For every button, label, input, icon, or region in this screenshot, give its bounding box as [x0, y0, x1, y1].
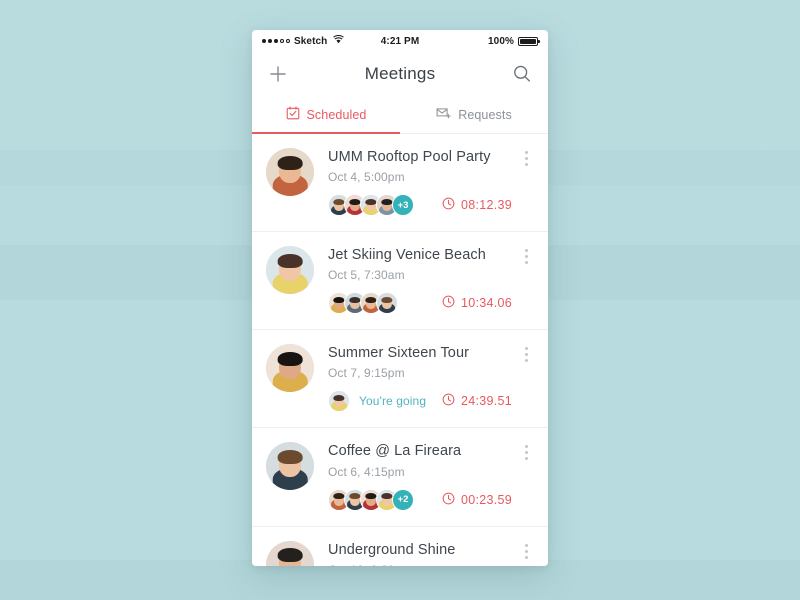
meeting-title: Jet Skiing Venice Beach: [328, 247, 486, 264]
calendar-check-icon: [286, 106, 300, 123]
status-time: 4:21 PM: [380, 35, 420, 47]
meeting-body: Jet Skiing Venice Beach Oct 5, 7:30am 10:3…: [314, 246, 518, 315]
meeting-date: Oct 4, 5:00pm: [328, 170, 405, 185]
countdown-value: 00:23.59: [460, 492, 512, 507]
meeting-date: Oct 10, 9:00pm: [328, 563, 512, 566]
meeting-body: Coffee @ La Fireara Oct 6, 4:15pm +2 00:23.…: [314, 442, 518, 511]
meeting-body: Underground Shine Oct 10, 9:00pm: [314, 541, 518, 567]
carrier-label: Sketch: [294, 35, 328, 47]
more-vertical-icon[interactable]: [518, 246, 534, 265]
meeting-footer: 10:34.06: [328, 291, 512, 315]
tab-scheduled[interactable]: Scheduled: [252, 96, 400, 134]
attendee-avatar: [328, 390, 350, 413]
more-vertical-icon[interactable]: [518, 148, 534, 166]
countdown-timer: 00:23.59: [442, 492, 512, 508]
meeting-title: Underground Shine: [328, 541, 456, 558]
battery-percent-label: 100%: [488, 35, 514, 47]
meeting-row[interactable]: Summer Sixteen Tour Oct 7, 9:15pm You're g…: [252, 330, 548, 429]
meeting-date: Oct 5, 7:30am: [328, 268, 405, 283]
meeting-footer: You're going 24:39.51: [328, 389, 512, 413]
attendee-avatar-stack[interactable]: +3: [328, 194, 414, 217]
attendee-avatar-stack[interactable]: +2: [328, 488, 414, 511]
attendee-avatar-stack[interactable]: [328, 390, 350, 413]
more-vertical-icon[interactable]: [518, 541, 534, 559]
meeting-row[interactable]: UMM Rooftop Pool Party Oct 4, 5:00pm +3 08:…: [252, 134, 548, 233]
going-status-label: You're going: [359, 394, 427, 409]
meeting-body: Summer Sixteen Tour Oct 7, 9:15pm You're g…: [314, 344, 518, 413]
battery-icon: [518, 36, 540, 46]
meeting-host-avatar: [266, 540, 314, 566]
phone-frame: Sketch 4:21 PM 100% Meetings Scheduled R…: [252, 30, 548, 566]
search-icon[interactable]: [512, 64, 532, 84]
page-title: Meetings: [364, 64, 436, 83]
more-vertical-icon[interactable]: [518, 442, 534, 461]
countdown-value: 08:12.39: [460, 198, 512, 213]
meeting-date: Oct 6, 4:15pm: [328, 464, 405, 479]
meeting-footer: +3 08:12.39: [328, 193, 512, 217]
attendee-overflow-badge[interactable]: +3: [392, 194, 414, 217]
wifi-icon: [333, 34, 345, 47]
attendee-avatar: [376, 292, 398, 315]
tab-requests[interactable]: Requests: [400, 96, 548, 133]
clock-icon: [442, 492, 455, 508]
tab-bar: Scheduled Requests: [252, 96, 548, 134]
clock-icon: [442, 197, 455, 213]
attendee-overflow-badge[interactable]: +2: [392, 488, 414, 511]
attendee-avatar-stack[interactable]: [328, 292, 398, 315]
signal-strength-icon: [262, 39, 290, 43]
countdown-value: 24:39.51: [460, 394, 512, 409]
countdown-timer: 24:39.51: [442, 393, 512, 409]
meeting-title: Coffee @ La Fireara: [328, 443, 462, 460]
status-bar: Sketch 4:21 PM 100%: [252, 30, 548, 52]
meeting-row[interactable]: Coffee @ La Fireara Oct 6, 4:15pm +2 00:23.…: [252, 428, 548, 527]
meeting-title: UMM Rooftop Pool Party: [328, 149, 491, 165]
tab-scheduled-label: Scheduled: [306, 107, 367, 122]
meeting-row[interactable]: Jet Skiing Venice Beach Oct 5, 7:30am 10:3…: [252, 232, 548, 331]
clock-icon: [442, 393, 455, 409]
meeting-host-avatar: [266, 442, 314, 491]
meeting-title: Summer Sixteen Tour: [328, 345, 470, 362]
countdown-timer: 10:34.06: [442, 295, 512, 311]
meeting-host-avatar: [266, 148, 314, 196]
meeting-list[interactable]: UMM Rooftop Pool Party Oct 4, 5:00pm +3 08:…: [252, 134, 548, 566]
envelope-plus-icon: [436, 106, 451, 123]
meeting-body: UMM Rooftop Pool Party Oct 4, 5:00pm +3 08:…: [314, 148, 518, 217]
meeting-host-avatar: [266, 246, 314, 295]
meeting-footer: +2 00:23.59: [328, 488, 512, 512]
meeting-date: Oct 7, 9:15pm: [328, 366, 405, 381]
tab-requests-label: Requests: [458, 107, 512, 122]
plus-icon[interactable]: [268, 64, 288, 84]
meeting-host-avatar: [266, 344, 314, 393]
countdown-value: 10:34.06: [460, 296, 512, 311]
meeting-row[interactable]: Underground Shine Oct 10, 9:00pm: [252, 526, 548, 567]
navigation-bar: Meetings: [252, 52, 548, 96]
countdown-timer: 08:12.39: [442, 197, 512, 213]
clock-icon: [442, 295, 455, 311]
more-vertical-icon[interactable]: [518, 344, 534, 363]
